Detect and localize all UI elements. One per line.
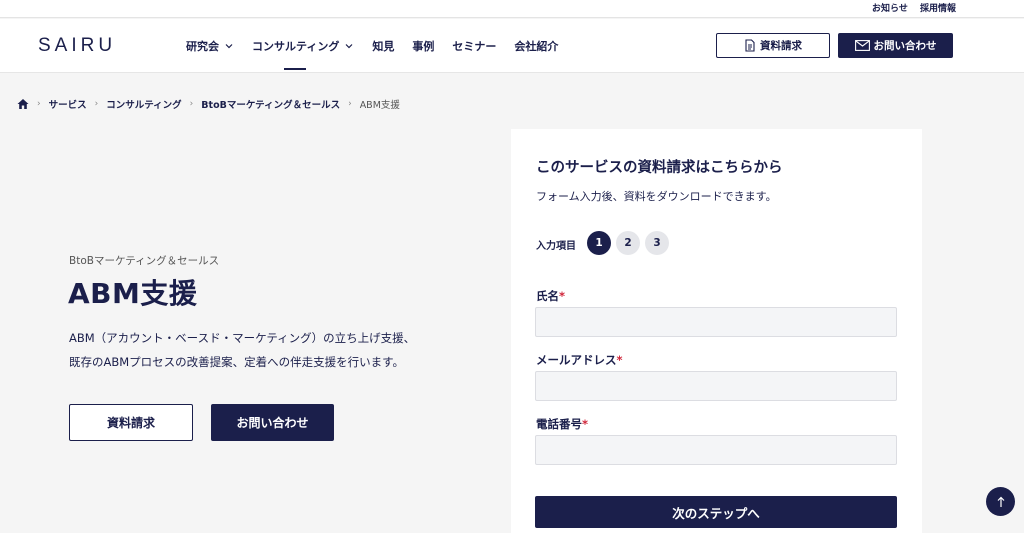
- nav-item-company[interactable]: 会社紹介: [514, 38, 558, 54]
- header-contact-button[interactable]: お問い合わせ: [838, 33, 953, 58]
- description-line: 既存のABMプロセスの改善提案、定着への伴走支援を行います。: [69, 355, 405, 369]
- document-icon: [745, 39, 755, 52]
- description-line: ABM（アカウント・ベースド・マーケティング）の立ち上げ支援、: [69, 331, 416, 345]
- nav-item-insights[interactable]: 知見: [372, 38, 394, 54]
- nav-label: 知見: [372, 40, 395, 53]
- nav-label: コンサルティング: [252, 40, 340, 53]
- nav-label: 事例: [412, 40, 435, 53]
- required-mark: *: [582, 417, 589, 431]
- header-doc-request-button[interactable]: 資料請求: [716, 33, 830, 58]
- breadcrumb-separator: ›: [348, 99, 352, 109]
- breadcrumb-separator: ›: [94, 99, 99, 109]
- mail-icon: [854, 40, 870, 51]
- form-header: このサービスの資料請求はこちらから フォーム入力後、資料をダウンロードできます。: [511, 129, 922, 215]
- phone-label: 電話番号*: [536, 416, 588, 432]
- main-nav: 研究会 コンサルティング 知見 事例 セミナー 会社紹介: [186, 38, 576, 70]
- email-label: メールアドレス*: [536, 352, 623, 368]
- next-step-button[interactable]: 次のステップへ: [535, 496, 897, 528]
- nav-item-seminar[interactable]: セミナー: [452, 38, 496, 54]
- breadcrumb-current: ABM支援: [359, 100, 400, 111]
- required-mark: *: [559, 289, 566, 303]
- doc-request-label: 資料請求: [760, 40, 802, 52]
- arrow-up-icon: [997, 496, 1004, 507]
- service-description: ABM（アカウント・ベースド・マーケティング）の立ち上げ支援、 既存のABMプロ…: [69, 326, 415, 374]
- home-icon[interactable]: [17, 98, 29, 110]
- nav-item-cases[interactable]: 事例: [412, 38, 434, 54]
- utility-bar: お知らせ 採用情報: [0, 0, 1024, 18]
- name-label: 氏名*: [536, 288, 565, 304]
- label-text: 氏名: [536, 289, 559, 303]
- label-text: 電話番号: [536, 417, 582, 431]
- hero-contact-button[interactable]: お問い合わせ: [211, 404, 334, 441]
- form-title: このサービスの資料請求はこちらから: [536, 160, 783, 176]
- name-field[interactable]: [535, 307, 897, 337]
- label-text: メールアドレス: [536, 353, 617, 367]
- chevron-down-icon: [225, 44, 233, 49]
- required-mark: *: [616, 353, 623, 367]
- service-category: BtoBマーケティング＆セールス: [69, 255, 220, 267]
- news-link[interactable]: お知らせ: [872, 1, 908, 14]
- breadcrumb-separator: ›: [37, 99, 41, 109]
- form-subtitle: フォーム入力後、資料をダウンロードできます。: [536, 190, 777, 203]
- nav-label: 会社紹介: [514, 40, 559, 53]
- chevron-down-icon: [345, 44, 353, 49]
- hero-doc-request-button[interactable]: 資料請求: [69, 404, 193, 441]
- breadcrumb: › サービス › コンサルティング › BtoBマーケティング＆セールス › A…: [17, 97, 400, 111]
- breadcrumb-item-consulting[interactable]: コンサルティング: [106, 97, 181, 111]
- breadcrumb-item-services[interactable]: サービス: [49, 97, 87, 111]
- scroll-top-button[interactable]: [986, 487, 1015, 516]
- nav-item-research[interactable]: 研究会: [186, 38, 234, 54]
- logo[interactable]: SAIRU: [38, 35, 116, 57]
- phone-field[interactable]: [535, 435, 897, 465]
- nav-label: 研究会: [186, 40, 219, 53]
- step-indicator-3: 3: [645, 231, 669, 255]
- contact-label: お問い合わせ: [873, 40, 937, 52]
- steps-label: 入力項目: [536, 241, 576, 252]
- step-indicator-1: 1: [587, 231, 611, 255]
- nav-label: セミナー: [452, 40, 497, 53]
- recruit-link[interactable]: 採用情報: [920, 1, 956, 14]
- site-header: SAIRU 研究会 コンサルティング 知見 事例 セミナー 会社紹介 資料請求 …: [0, 19, 1024, 73]
- step-indicator-2: 2: [616, 231, 640, 255]
- nav-item-consulting[interactable]: コンサルティング: [252, 38, 354, 70]
- breadcrumb-separator: ›: [189, 99, 194, 109]
- email-field[interactable]: [535, 371, 897, 401]
- breadcrumb-item-btob[interactable]: BtoBマーケティング＆セールス: [201, 97, 340, 111]
- doc-request-form-card: このサービスの資料請求はこちらから フォーム入力後、資料をダウンロードできます。…: [511, 129, 922, 533]
- page-title: ABM支援: [68, 277, 198, 310]
